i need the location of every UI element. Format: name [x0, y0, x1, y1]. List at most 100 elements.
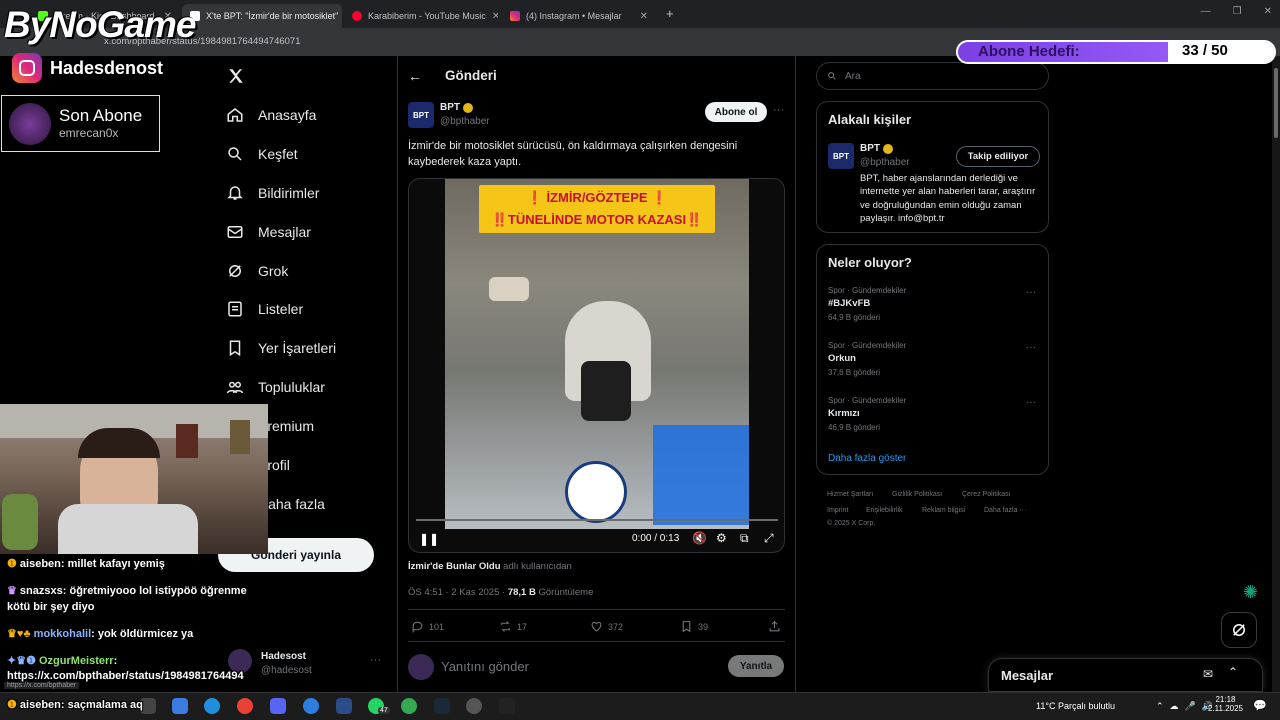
home-icon — [227, 108, 243, 122]
steam-icon[interactable] — [434, 698, 450, 714]
footer-link[interactable]: Çerez Politikası — [962, 491, 1011, 498]
trend-menu-icon[interactable]: ··· — [1026, 342, 1036, 353]
chat-message: https://x.com/bpthaber/status/1984981764… — [7, 670, 244, 682]
avatar[interactable]: BPT — [408, 102, 434, 128]
app-icon[interactable] — [303, 698, 319, 714]
share-action[interactable] — [768, 620, 781, 633]
mail-icon — [227, 226, 243, 238]
show-more-link[interactable]: Daha fazla göster — [828, 453, 906, 464]
footer-link[interactable]: Gizlilik Politikası — [892, 491, 942, 498]
chat-text: https://x.com/bpthaber/status/1984981764… — [7, 670, 244, 682]
close-icon[interactable]: ✕ — [492, 11, 498, 22]
search-input[interactable]: Ara — [816, 62, 1049, 90]
related-name-row[interactable]: BPT — [860, 143, 893, 154]
scrollbar-thumb[interactable] — [1274, 68, 1278, 138]
grok-button[interactable] — [1221, 612, 1257, 648]
divider — [408, 609, 785, 610]
repost-action[interactable]: 17 — [499, 620, 527, 633]
app-icon[interactable] — [336, 698, 352, 714]
post-menu-icon[interactable]: ··· — [773, 104, 784, 116]
expand-icon[interactable]: ⌃ — [1228, 665, 1238, 679]
sidebar-item-bookmarks[interactable]: Yer İşaretleri — [226, 339, 336, 357]
new-message-icon[interactable]: ✉ — [1203, 667, 1213, 681]
chat-user: mokkohalil — [33, 628, 92, 640]
trend-item[interactable]: Spor · Gündemdekiler Orkun 37,6 B gönder… — [828, 341, 906, 377]
explorer-icon[interactable] — [172, 698, 188, 714]
footer-link[interactable]: Hizmet Şartları — [827, 491, 873, 498]
tab-youtube-music[interactable]: Karabiberim - YouTube Music ✕ — [344, 4, 498, 28]
divider — [397, 56, 398, 692]
video-player[interactable]: ❗ İZMİR/GÖZTEPE ❗ ‼️TÜNELİNDE MOTOR KAZA… — [408, 178, 785, 553]
reply-action[interactable]: 101 — [411, 620, 444, 633]
trend-menu-icon[interactable]: ··· — [1026, 397, 1036, 408]
close-window-icon[interactable]: ✕ — [1264, 6, 1272, 17]
tab-instagram[interactable]: (4) Instagram • Mesajlar ✕ — [502, 4, 656, 28]
footer-link[interactable]: Daha fazla ··· — [984, 507, 1026, 514]
author-name-row[interactable]: BPT — [440, 102, 473, 113]
clock-date: 2.11.2025 — [1208, 704, 1243, 713]
tab-label: X'te BPT: "İzmir'de bir motosiklet" — [206, 11, 339, 21]
trend-menu-icon[interactable]: ··· — [1026, 287, 1036, 298]
account-handle: @hadesost — [261, 665, 312, 676]
reply-input[interactable]: Yanıtını gönder — [441, 659, 529, 674]
sidebar-item-communities[interactable]: Topluluklar — [226, 378, 325, 396]
following-button[interactable]: Takip ediliyor — [956, 146, 1040, 167]
account-menu-icon[interactable]: ··· — [370, 654, 381, 666]
pause-icon[interactable]: ❚❚ — [419, 532, 439, 546]
edge-icon[interactable] — [204, 698, 220, 714]
search-placeholder: Ara — [845, 70, 861, 82]
footer-link[interactable]: Reklam bilgisi — [922, 507, 965, 514]
reply-button[interactable]: Yanıtla — [728, 655, 784, 677]
last-sub-name: emrecan0x — [59, 126, 119, 140]
back-arrow-icon[interactable]: ← — [408, 68, 422, 84]
chatgpt-icon[interactable]: ✺ — [1243, 582, 1258, 603]
footer-link[interactable]: Erişilebilirlik — [866, 507, 903, 514]
author-handle[interactable]: @bpthaber — [440, 116, 490, 127]
new-tab-button[interactable]: + — [666, 6, 674, 21]
sidebar-item-home[interactable]: Anasayfa — [226, 106, 316, 124]
settings-icon[interactable]: ⚙ — [716, 531, 727, 545]
close-icon[interactable]: ✕ — [640, 11, 648, 22]
x-logo-icon[interactable] — [227, 67, 245, 85]
like-action[interactable]: 372 — [590, 620, 623, 633]
chat-message: kötü bir şey diyo — [7, 601, 94, 613]
instagram-handle: Hadesdenost — [12, 53, 163, 83]
sidebar-item-grok[interactable]: Grok — [226, 262, 288, 280]
app-icon[interactable] — [499, 698, 515, 714]
maximize-icon[interactable]: ❐ — [1233, 6, 1242, 17]
footer-link[interactable]: Imprint — [827, 507, 848, 514]
sidebar-item-lists[interactable]: Listeler — [226, 300, 303, 318]
pip-icon[interactable]: ⧉ — [740, 531, 749, 546]
tab-x-post[interactable]: X'te BPT: "İzmir'de bir motosiklet" ✕ — [182, 4, 342, 28]
trend-item[interactable]: Spor · Gündemdekiler #BJKvFB 64,9 B gönd… — [828, 286, 906, 322]
sidebar-item-messages[interactable]: Mesajlar — [226, 223, 311, 241]
fullscreen-icon[interactable]: ⤢ — [764, 531, 774, 546]
discord-icon[interactable] — [270, 698, 286, 714]
chrome-icon[interactable] — [401, 698, 417, 714]
sidebar-item-explore[interactable]: Keşfet — [226, 145, 298, 163]
weather-widget[interactable]: 11°C Parçalı bulutlu — [1036, 701, 1115, 711]
video-seekbar[interactable] — [416, 519, 778, 521]
obs-icon[interactable] — [466, 698, 482, 714]
scrollbar[interactable] — [1272, 56, 1280, 692]
post-timestamp[interactable]: ÖS 4:51 · 2 Kas 2025 · — [408, 587, 508, 598]
post-text: İzmir'de bir motosiklet sürücüsü, ön kal… — [408, 140, 738, 168]
source-name[interactable]: İzmir'de Bunlar Oldu — [408, 561, 501, 572]
avatar[interactable]: BPT — [828, 143, 854, 169]
video-controls: ❚❚ 0:00 / 0:13 🔇 ⚙ ⧉ ⤢ — [409, 527, 784, 552]
trend-title: #BJKvFB — [828, 298, 871, 309]
clock[interactable]: 21:18 2.11.2025 — [1208, 695, 1243, 713]
trend-count: 46,9 B gönderi — [828, 423, 881, 432]
minimize-icon[interactable]: — — [1201, 6, 1211, 17]
follow-button[interactable]: Abone ol — [705, 102, 767, 122]
poster — [176, 424, 198, 458]
trend-item[interactable]: Spor · Gündemdekiler Kırmızı 46,9 B gönd… — [828, 396, 906, 432]
sidebar-item-notifications[interactable]: Bildirimler — [226, 184, 319, 202]
video-banner: ‼️TÜNELİNDE MOTOR KAZASI‼️ — [479, 207, 715, 233]
chrome-icon[interactable] — [237, 698, 253, 714]
notifications-icon[interactable]: 💬 — [1253, 699, 1267, 712]
mute-icon[interactable]: 🔇 — [692, 531, 707, 545]
bookmark-action[interactable]: 39 — [680, 620, 708, 633]
messages-drawer[interactable]: Mesajlar ✉ ⌃ — [988, 658, 1263, 692]
avatar — [408, 654, 434, 680]
